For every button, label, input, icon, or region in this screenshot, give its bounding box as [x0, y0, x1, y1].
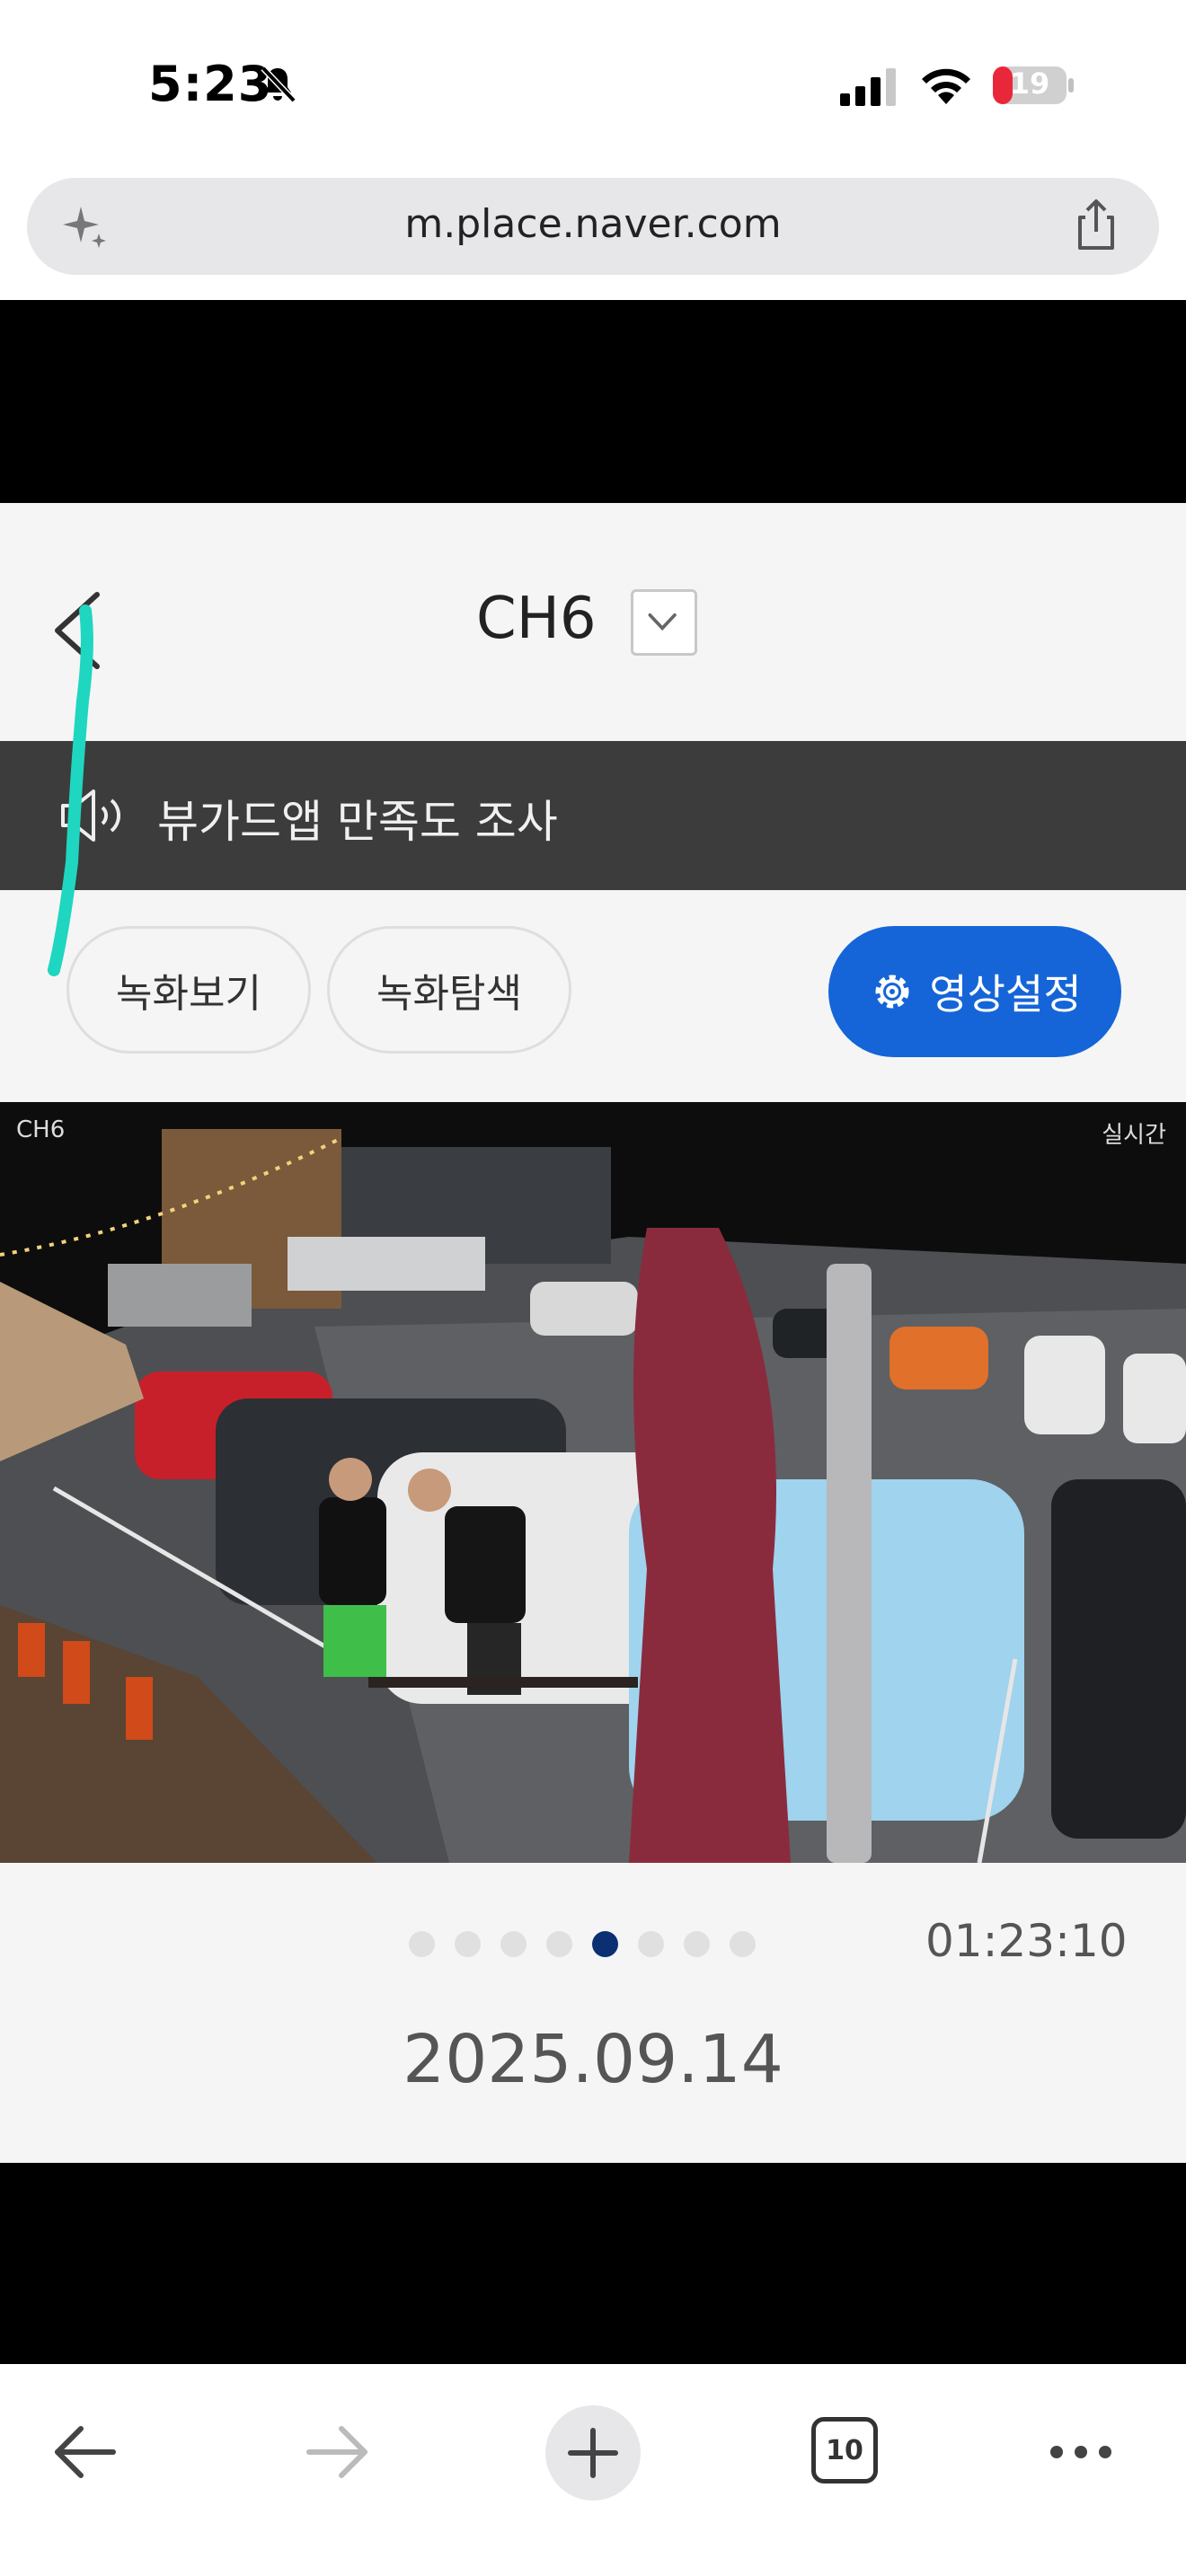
action-button-row: 녹화보기 녹화탐색 영상설정	[0, 890, 1186, 1102]
pager-dot[interactable]	[546, 1931, 572, 1957]
pager-dot[interactable]	[592, 1931, 618, 1957]
battery-level: 19	[1009, 66, 1050, 101]
forward-arrow-icon[interactable]	[304, 2418, 372, 2486]
channel-title: CH6	[476, 586, 597, 652]
pager-dot[interactable]	[455, 1931, 481, 1957]
status-bar: 5:23 19	[0, 0, 1186, 171]
plus-icon	[568, 2428, 618, 2478]
letterbox-bottom	[0, 2163, 1186, 2364]
video-settings-label: 영상설정	[929, 970, 1082, 1019]
pager-dot[interactable]	[409, 1931, 435, 1957]
app-header: CH6	[0, 503, 1186, 741]
feed-pager	[409, 1931, 756, 1958]
browser-toolbar: 10	[0, 2364, 1186, 2576]
pager-dot[interactable]	[500, 1931, 527, 1957]
share-icon[interactable]	[1069, 198, 1123, 253]
new-tab-button[interactable]	[545, 2405, 641, 2501]
highlight-stroke	[48, 604, 93, 976]
signal-icon	[840, 68, 896, 106]
playback-time: 01:23:10	[925, 1915, 1128, 1967]
channel-dropdown-button[interactable]	[631, 589, 697, 656]
survey-banner[interactable]: 뷰가드앱 만족도 조사	[0, 741, 1186, 890]
pager-dot[interactable]	[730, 1931, 756, 1957]
video-settings-button[interactable]: 영상설정	[828, 926, 1121, 1057]
camera-feed[interactable]: CH6 실시간	[0, 1102, 1186, 1863]
more-icon[interactable]	[1048, 2434, 1114, 2470]
wifi-icon	[922, 68, 970, 104]
chevron-down-icon	[648, 613, 677, 631]
camera-image	[0, 1102, 1186, 1863]
status-time: 5:23	[148, 56, 273, 112]
gear-icon	[875, 975, 909, 1009]
tabs-button[interactable]: 10	[811, 2417, 878, 2483]
url-text[interactable]: m.place.naver.com	[27, 201, 1159, 247]
playback-date[interactable]: 2025.09.14	[0, 2021, 1186, 2098]
bell-off-icon	[261, 66, 296, 103]
record-search-button[interactable]: 녹화탐색	[327, 926, 571, 1054]
app-content: CH6 뷰가드앱 만족도 조사 녹화보기 녹화탐색 영상설정 CH6 실시간 0…	[0, 503, 1186, 2163]
survey-text: 뷰가드앱 만족도 조사	[157, 796, 558, 848]
live-label: 실시간	[1102, 1122, 1166, 1149]
pager-dot[interactable]	[638, 1931, 664, 1957]
back-arrow-icon[interactable]	[50, 2418, 119, 2486]
pager-dot[interactable]	[684, 1931, 710, 1957]
letterbox-top	[0, 300, 1186, 503]
url-bar[interactable]: m.place.naver.com	[27, 178, 1159, 275]
